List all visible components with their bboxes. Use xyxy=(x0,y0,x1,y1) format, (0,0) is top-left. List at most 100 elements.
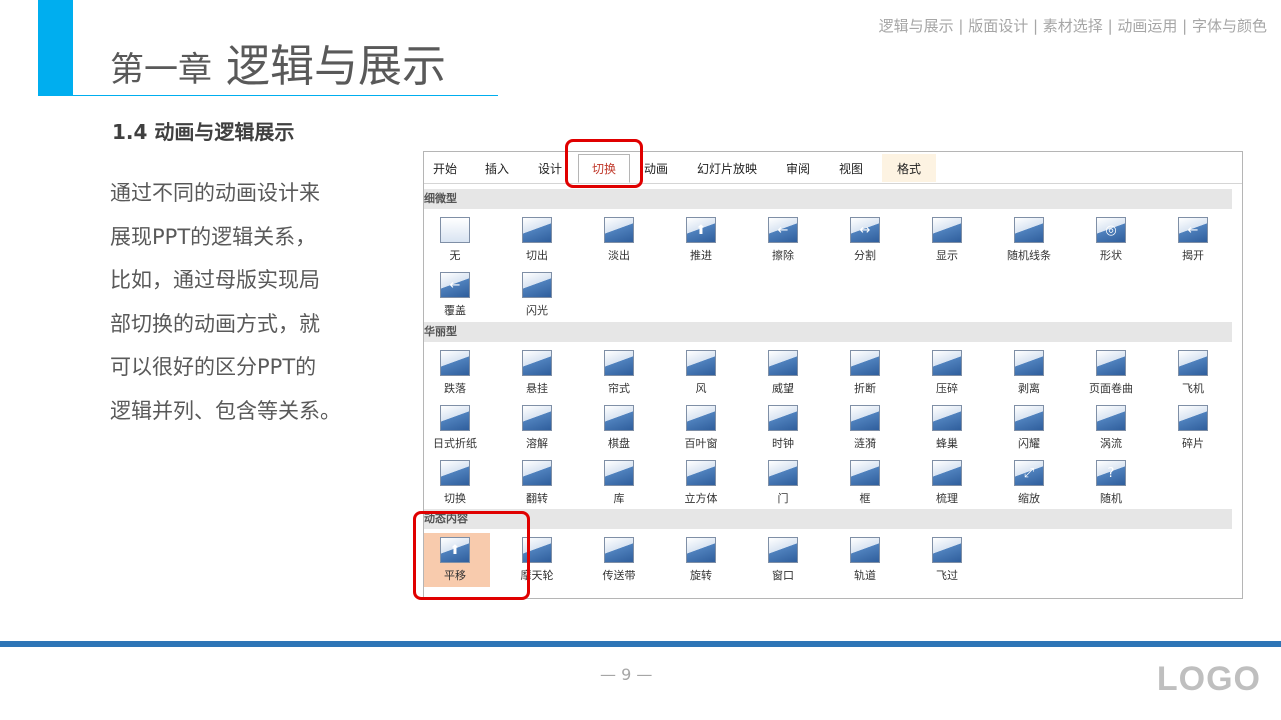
transition-effect-item[interactable]: 窗口 xyxy=(748,533,818,587)
transition-effect-item[interactable]: 随机线条 xyxy=(994,213,1064,267)
body-line: 部切换的动画方式，就 xyxy=(110,311,320,336)
transition-effect-item[interactable]: 飞过 xyxy=(912,533,982,587)
tab-review[interactable]: 审阅 xyxy=(786,160,810,177)
transition-thumbnail-icon xyxy=(604,460,634,486)
transition-effect-label: 窗口 xyxy=(772,569,794,582)
transition-thumbnail-icon xyxy=(1014,350,1044,376)
transition-effect-label: 传送带 xyxy=(602,569,636,582)
tab-view[interactable]: 视图 xyxy=(839,160,863,177)
transition-effect-item[interactable]: 框 xyxy=(830,456,900,510)
transition-effect-item[interactable]: 涟漪 xyxy=(830,401,900,455)
transition-effect-item[interactable]: 跌落 xyxy=(424,346,490,400)
tab-insert[interactable]: 插入 xyxy=(485,160,509,177)
transition-thumbnail-icon xyxy=(932,405,962,431)
transition-effect-item[interactable]: 威望 xyxy=(748,346,818,400)
transition-effect-item[interactable]: 飞机 xyxy=(1158,346,1228,400)
transition-effect-item[interactable]: 翻转 xyxy=(502,456,572,510)
transition-effect-label: 帘式 xyxy=(608,382,630,395)
footer-bar xyxy=(0,641,1281,647)
transition-effect-item[interactable]: 棋盘 xyxy=(584,401,654,455)
transition-effect-item[interactable]: ◎ 形状 xyxy=(1076,213,1146,267)
transition-effect-item[interactable]: 梳理 xyxy=(912,456,982,510)
transition-effect-label: 闪耀 xyxy=(1018,437,1040,450)
category-subtle: 细微型 xyxy=(424,189,1232,209)
transition-effect-item[interactable]: 切换 xyxy=(424,456,490,510)
transition-effect-label: 淡出 xyxy=(608,249,630,262)
transition-effect-label: 跌落 xyxy=(444,382,466,395)
transition-effect-label: 棋盘 xyxy=(608,437,630,450)
tab-home[interactable]: 开始 xyxy=(433,160,457,177)
transition-thumbnail-icon xyxy=(1178,350,1208,376)
transition-thumbnail-icon xyxy=(1014,217,1044,243)
transition-thumbnail-icon xyxy=(850,350,880,376)
transition-effect-item[interactable]: ⤢ 缩放 xyxy=(994,456,1064,510)
transition-effect-label: 随机线条 xyxy=(1007,249,1051,262)
transition-thumbnail-icon xyxy=(1096,405,1126,431)
transition-thumbnail-icon xyxy=(768,537,798,563)
transition-effect-item[interactable]: ← 擦除 xyxy=(748,213,818,267)
transition-effect-item[interactable]: 轨道 xyxy=(830,533,900,587)
tab-design[interactable]: 设计 xyxy=(538,160,562,177)
transition-thumbnail-icon: ← xyxy=(1178,217,1208,243)
transition-effect-item[interactable]: 闪光 xyxy=(502,268,572,322)
transition-effect-label: 闪光 xyxy=(526,304,548,317)
transition-effect-label: 门 xyxy=(777,492,789,505)
highlight-transitions-tab xyxy=(565,139,643,188)
transition-effect-item[interactable]: 剥离 xyxy=(994,346,1064,400)
transition-effect-label: 飞过 xyxy=(936,569,958,582)
transition-effect-item[interactable]: 闪耀 xyxy=(994,401,1064,455)
transition-effect-item[interactable]: 风 xyxy=(666,346,736,400)
transition-effect-label: 百叶窗 xyxy=(684,437,718,450)
transition-thumbnail-icon xyxy=(850,537,880,563)
transition-effect-item[interactable]: 立方体 xyxy=(666,456,736,510)
transition-thumbnail-icon xyxy=(440,405,470,431)
transition-effect-item[interactable]: ← 揭开 xyxy=(1158,213,1228,267)
transition-effect-label: 推进 xyxy=(690,249,712,262)
transition-effect-item[interactable]: 折断 xyxy=(830,346,900,400)
transition-thumbnail-icon: ⬆ xyxy=(686,217,716,243)
body-line: 通过不同的动画设计来 xyxy=(110,181,320,205)
transition-effect-label: 涡流 xyxy=(1100,437,1122,450)
transition-effect-item[interactable]: 传送带 xyxy=(584,533,654,587)
transition-effect-label: 擦除 xyxy=(772,249,794,262)
tab-format[interactable]: 格式 xyxy=(882,154,937,182)
transition-thumbnail-icon xyxy=(522,460,552,486)
transition-thumbnail-icon xyxy=(440,460,470,486)
transition-effect-item[interactable]: 涡流 xyxy=(1076,401,1146,455)
transition-effect-item[interactable]: 压碎 xyxy=(912,346,982,400)
transition-effect-item[interactable]: 碎片 xyxy=(1158,401,1228,455)
transition-effect-item[interactable]: ? 随机 xyxy=(1076,456,1146,510)
transition-thumbnail-icon xyxy=(932,217,962,243)
transition-thumbnail-icon xyxy=(850,405,880,431)
transition-effect-item[interactable]: 无 xyxy=(424,213,490,267)
tab-animations[interactable]: 动画 xyxy=(644,160,668,177)
chapter-title: 逻辑与展示 xyxy=(226,41,446,92)
transition-effect-label: 风 xyxy=(695,382,707,395)
transition-effect-item[interactable]: 时钟 xyxy=(748,401,818,455)
transition-effect-item[interactable]: ⬆ 推进 xyxy=(666,213,736,267)
transition-effect-item[interactable]: 显示 xyxy=(912,213,982,267)
transition-effect-label: 飞机 xyxy=(1182,382,1204,395)
transition-effect-item[interactable]: 库 xyxy=(584,456,654,510)
transition-effect-label: 蜂巢 xyxy=(936,437,958,450)
transition-effect-item[interactable]: ← 覆盖 xyxy=(424,268,490,322)
transition-effect-item[interactable]: 门 xyxy=(748,456,818,510)
transition-effect-label: 立方体 xyxy=(684,492,718,505)
transition-effect-item[interactable]: 旋转 xyxy=(666,533,736,587)
transition-effect-item[interactable]: 切出 xyxy=(502,213,572,267)
transition-effect-item[interactable]: 淡出 xyxy=(584,213,654,267)
section-title: 1.4 动画与逻辑展示 xyxy=(112,120,295,144)
transition-effect-item[interactable]: 帘式 xyxy=(584,346,654,400)
transition-effect-item[interactable]: ↔ 分割 xyxy=(830,213,900,267)
transition-effect-item[interactable]: 百叶窗 xyxy=(666,401,736,455)
transition-effect-label: 涟漪 xyxy=(854,437,876,450)
transition-thumbnail-icon xyxy=(686,350,716,376)
transition-thumbnail-icon xyxy=(768,350,798,376)
transition-effect-item[interactable]: 页面卷曲 xyxy=(1076,346,1146,400)
tab-slideshow[interactable]: 幻灯片放映 xyxy=(697,160,757,177)
transition-effect-item[interactable]: 日式折纸 xyxy=(424,401,490,455)
transition-effect-item[interactable]: 悬挂 xyxy=(502,346,572,400)
transition-thumbnail-icon xyxy=(686,537,716,563)
transition-effect-item[interactable]: 溶解 xyxy=(502,401,572,455)
transition-effect-item[interactable]: 蜂巢 xyxy=(912,401,982,455)
